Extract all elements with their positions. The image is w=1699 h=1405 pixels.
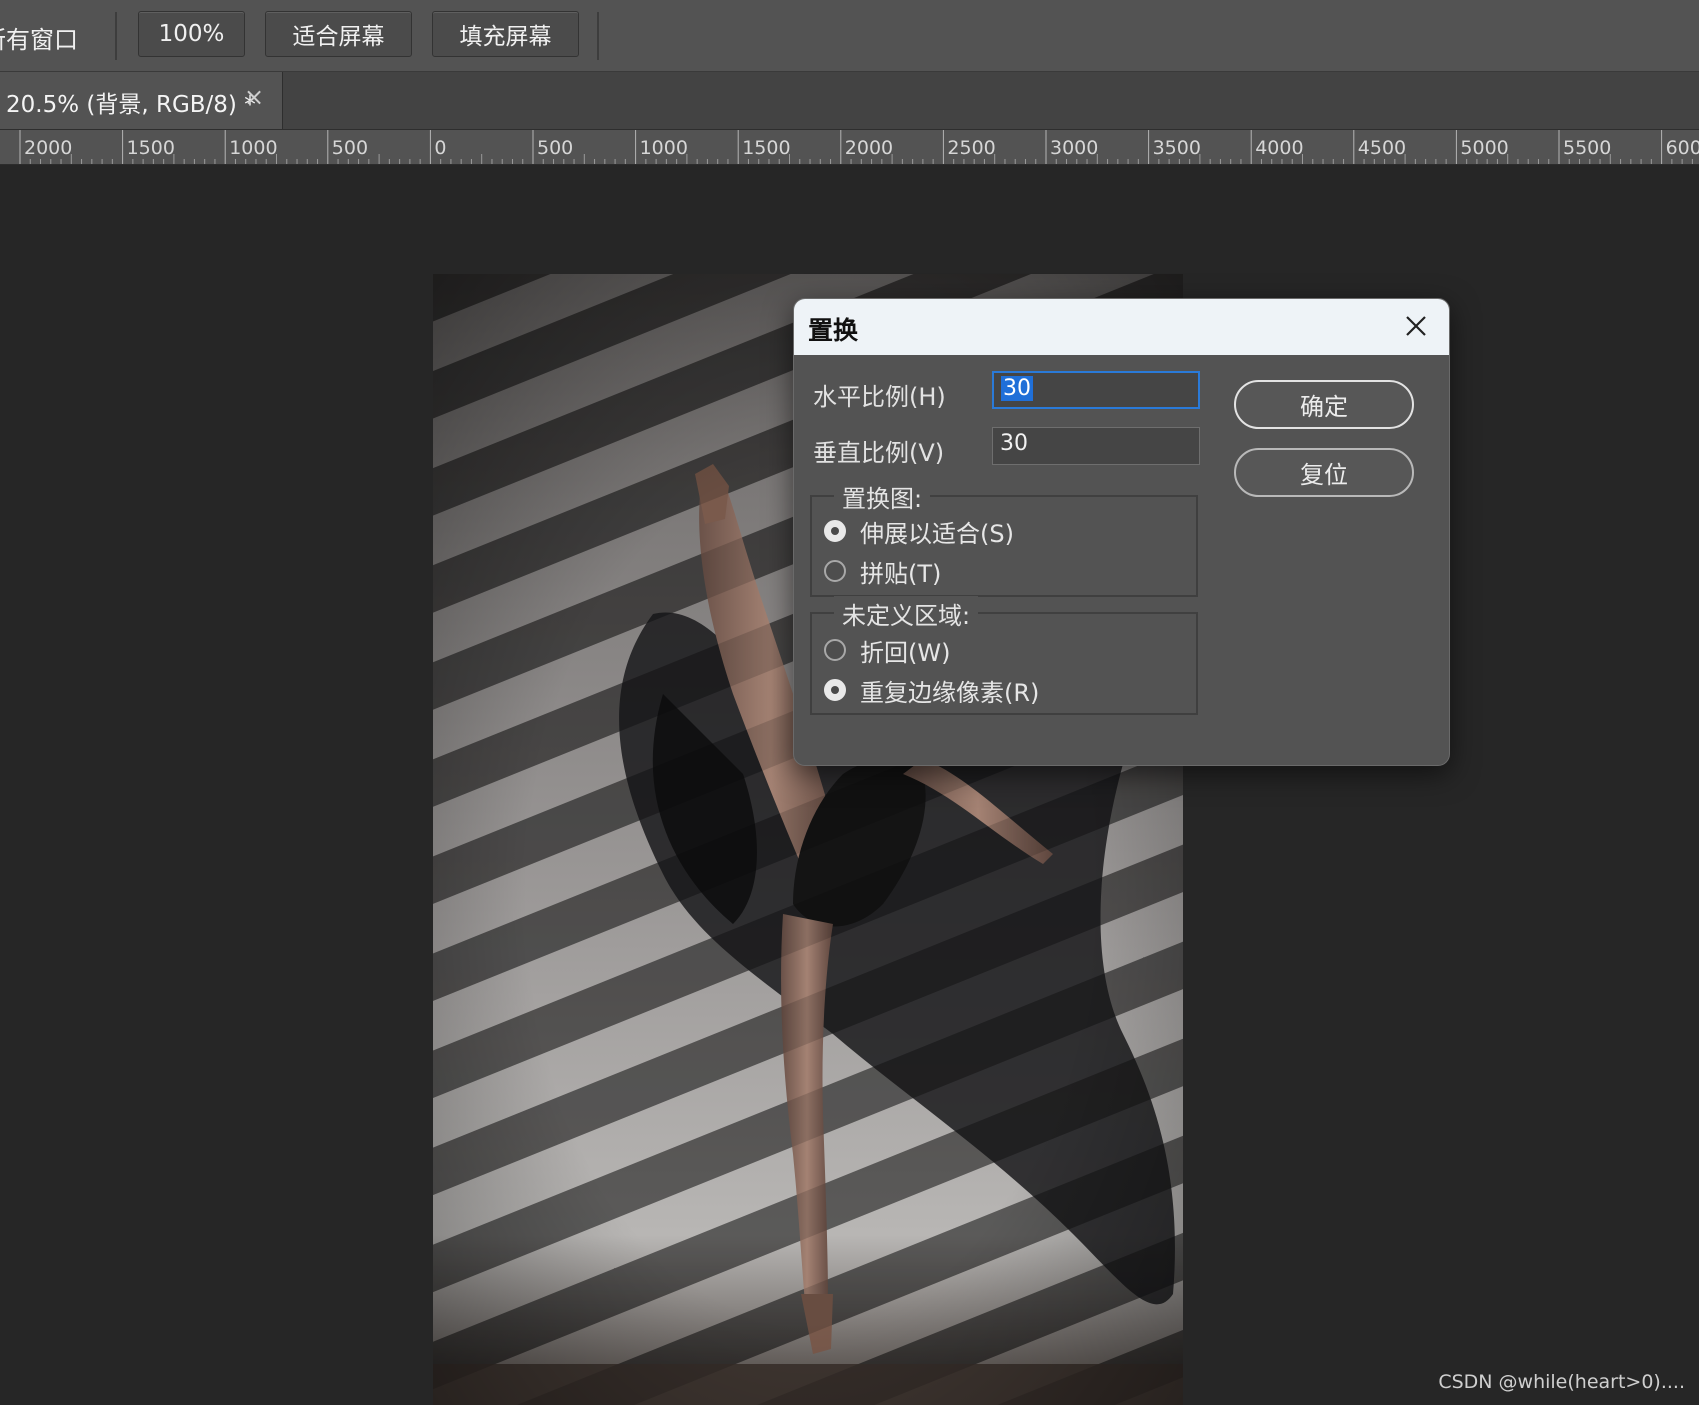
fit-screen-button[interactable]: 适合屏幕 (265, 11, 412, 57)
tile-option[interactable]: 拼贴(T) (824, 553, 941, 589)
wrap-around-option[interactable]: 折回(W) (824, 632, 950, 668)
document-tab-title: 20.5% (背景, RGB/8) * (6, 92, 256, 118)
stretch-to-fit-option[interactable]: 伸展以适合(S) (824, 513, 1014, 549)
repeat-edge-pixels-label: 重复边缘像素(R) (860, 678, 1040, 707)
ruler-label: 1500 (742, 137, 790, 159)
wrap-around-label: 折回(W) (860, 638, 951, 667)
displace-dialog: 置换 水平比例(H) 30 垂直比例(V) 30 确定 复位 置换图: 伸展以适… (793, 298, 1450, 766)
radio-checked-icon (824, 679, 846, 701)
fill-screen-button[interactable]: 填充屏幕 (432, 11, 579, 57)
vertical-scale-label: 垂直比例(V) (813, 439, 945, 467)
undefined-areas-group: 未定义区域: 折回(W) 重复边缘像素(R) (810, 596, 1198, 715)
undefined-areas-legend: 未定义区域: (834, 596, 979, 631)
ruler-label: 5000 (1460, 137, 1508, 159)
all-windows-label[interactable]: 所有窗口 (0, 20, 78, 55)
displacement-map-group: 置换图: 伸展以适合(S) 拼贴(T) (810, 479, 1198, 597)
ruler-label: 2000 (845, 137, 893, 159)
stretch-to-fit-label: 伸展以适合(S) (860, 519, 1014, 548)
close-icon[interactable]: × (244, 83, 264, 111)
ruler-label: 0 (434, 137, 446, 159)
options-bar: 所有窗口 100% 适合屏幕 填充屏幕 (0, 0, 1699, 72)
ruler-label: 3000 (1050, 137, 1098, 159)
ruler-label: 2500 (947, 137, 995, 159)
toolbar-separator (597, 12, 599, 60)
ruler-label: 1000 (229, 137, 277, 159)
reset-button[interactable]: 复位 (1234, 448, 1414, 497)
ruler-label: 5500 (1563, 137, 1611, 159)
radio-unchecked-icon (824, 639, 846, 661)
horizontal-scale-input[interactable]: 30 (992, 371, 1200, 409)
ruler-label: 3500 (1153, 137, 1201, 159)
ruler-label: 4500 (1358, 137, 1406, 159)
document-tab[interactable]: 20.5% (背景, RGB/8) * × (0, 72, 283, 129)
ruler-label: 4000 (1255, 137, 1303, 159)
ok-button[interactable]: 确定 (1234, 380, 1414, 429)
ruler-label: 500 (537, 137, 573, 159)
vertical-scale-input[interactable]: 30 (992, 427, 1200, 465)
displacement-map-legend: 置换图: (834, 479, 931, 514)
horizontal-ruler: 2000 1500 1000 500 0 500 1000 1500 2000 2500 3000 3… (0, 130, 1699, 165)
ruler-label: 1500 (127, 137, 175, 159)
document-tab-strip: 20.5% (背景, RGB/8) * × (0, 72, 1699, 130)
ruler-scale: 2000 1500 1000 500 0 500 1000 1500 2000 2500 3000 3… (19, 130, 1699, 164)
ruler-label: 600 (1666, 137, 1699, 159)
close-icon[interactable] (1399, 309, 1433, 343)
zoom-100-button[interactable]: 100% (138, 11, 245, 57)
dialog-title: 置换 (808, 316, 859, 345)
tile-label: 拼贴(T) (860, 559, 942, 588)
vertical-scale-value: 30 (1000, 431, 1028, 456)
radio-checked-icon (824, 520, 846, 542)
ruler-label: 500 (332, 137, 368, 159)
horizontal-scale-label: 水平比例(H) (813, 383, 946, 411)
radio-unchecked-icon (824, 560, 846, 582)
watermark: CSDN @while(heart>0).... (1438, 1371, 1685, 1393)
repeat-edge-pixels-option[interactable]: 重复边缘像素(R) (824, 672, 1039, 708)
horizontal-scale-value: 30 (1001, 376, 1033, 401)
toolbar-separator (115, 12, 117, 60)
ruler-label: 2000 (24, 137, 72, 159)
ruler-label: 1000 (640, 137, 688, 159)
dialog-titlebar[interactable]: 置换 (794, 299, 1449, 355)
